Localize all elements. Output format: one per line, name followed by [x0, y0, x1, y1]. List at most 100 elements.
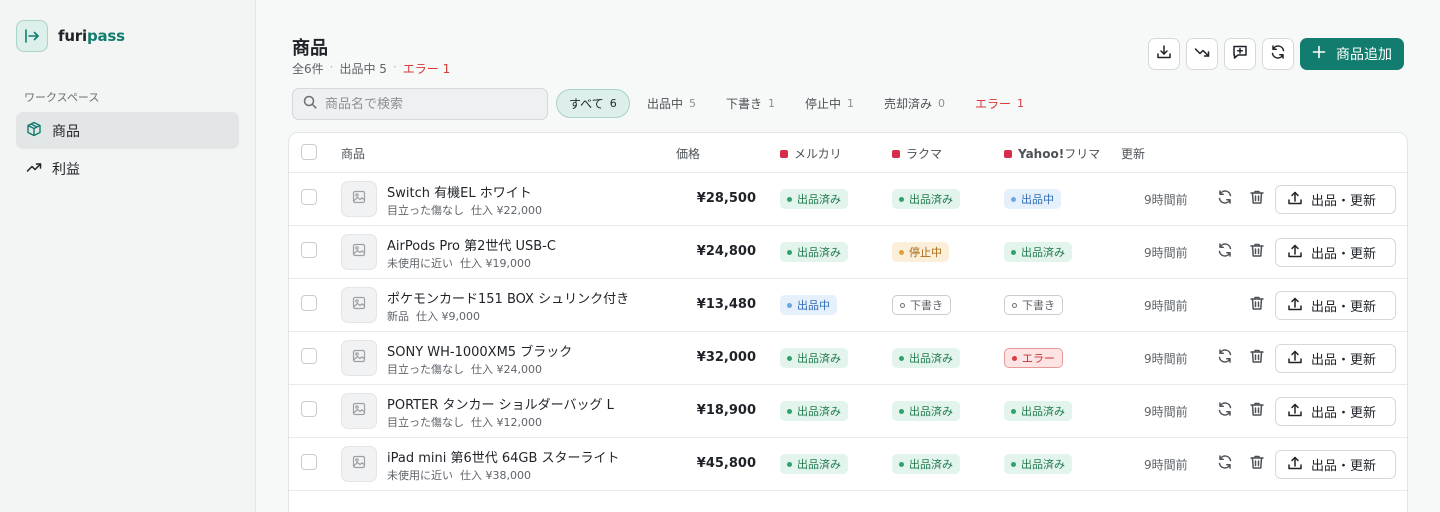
search-box[interactable]	[292, 88, 548, 120]
filter-stopped[interactable]: 停止中 1	[793, 89, 866, 118]
product-meta: 未使用に近い 仕入 ¥38,000	[387, 467, 531, 483]
product-cost: 仕入 ¥12,000	[471, 416, 542, 429]
row-sync-button[interactable]	[1215, 401, 1235, 421]
product-name[interactable]: PORTER タンカー ショルダーバッグ L	[387, 394, 614, 413]
product-thumbnail	[341, 340, 377, 376]
product-cost: 仕入 ¥22,000	[471, 204, 542, 217]
column-header-rakuma: ラクマ	[892, 145, 942, 162]
row-delete-button[interactable]	[1247, 189, 1267, 209]
row-checkbox[interactable]	[301, 295, 317, 311]
product-price: ¥28,500	[696, 191, 756, 206]
row-checkbox[interactable]	[301, 454, 317, 470]
table-row: iPad mini 第6世代 64GB スターライト 未使用に近い 仕入 ¥38,…	[289, 438, 1407, 491]
row-delete-button[interactable]	[1247, 242, 1267, 262]
arrow-into-box-icon	[16, 20, 48, 52]
trash-icon	[1249, 454, 1265, 474]
filter-draft[interactable]: 下書き 1	[714, 89, 787, 118]
add-product-button[interactable]: 商品追加	[1300, 38, 1404, 70]
list-update-label: 出品・更新	[1311, 247, 1377, 262]
filter-error[interactable]: エラー 1	[963, 89, 1036, 118]
status-dot-icon	[899, 461, 904, 467]
row-checkbox[interactable]	[301, 348, 317, 364]
sync-all-button[interactable]	[1262, 38, 1294, 70]
filter-label: 停止中	[805, 97, 842, 111]
list-update-button[interactable]: 出品・更新	[1275, 238, 1396, 267]
export-button[interactable]	[1148, 38, 1180, 70]
add-product-label: 商品追加	[1336, 47, 1392, 63]
status-dot-icon	[899, 196, 904, 202]
sidebar-item-profit[interactable]: 利益	[16, 150, 239, 187]
product-name[interactable]: iPad mini 第6世代 64GB スターライト	[387, 447, 620, 466]
yahoo-status-badge: 出品済み	[1004, 401, 1072, 421]
row-delete-button[interactable]	[1247, 454, 1267, 474]
status-dot-icon	[787, 196, 792, 202]
product-name[interactable]: AirPods Pro 第2世代 USB-C	[387, 235, 556, 254]
list-update-button[interactable]: 出品・更新	[1275, 344, 1396, 373]
list-update-button[interactable]: 出品・更新	[1275, 291, 1396, 320]
plus-icon	[1312, 45, 1326, 63]
refresh-icon	[1217, 189, 1233, 209]
trash-icon	[1249, 401, 1265, 421]
column-header-mercari: メルカリ	[780, 145, 842, 162]
row-delete-button[interactable]	[1247, 401, 1267, 421]
mercari-status-badge: 出品済み	[780, 454, 848, 474]
list-update-button[interactable]: 出品・更新	[1275, 185, 1396, 214]
list-update-label: 出品・更新	[1311, 300, 1377, 315]
product-name[interactable]: ポケモンカード151 BOX シュリンク付き	[387, 288, 629, 307]
filter-label: 売却済み	[884, 97, 933, 111]
filter-count: 1	[847, 97, 855, 110]
trash-icon	[1249, 295, 1265, 315]
loss-report-button[interactable]	[1186, 38, 1218, 70]
row-sync-button[interactable]	[1215, 454, 1235, 474]
status-label: 出品済み	[797, 352, 841, 365]
list-update-label: 出品・更新	[1311, 353, 1377, 368]
list-update-button[interactable]: 出品・更新	[1275, 397, 1396, 426]
rakuma-marker-icon	[892, 149, 900, 158]
summary-listing: 出品中 5	[339, 62, 387, 76]
filter-sold[interactable]: 売却済み 0	[872, 89, 957, 118]
product-name[interactable]: Switch 有機EL ホワイト	[387, 182, 532, 201]
trending-down-icon	[1194, 44, 1210, 64]
row-sync-button[interactable]	[1215, 189, 1235, 209]
feedback-button[interactable]	[1224, 38, 1256, 70]
product-price: ¥18,900	[696, 403, 756, 418]
image-placeholder-icon	[352, 296, 366, 314]
row-sync-button[interactable]	[1215, 348, 1235, 368]
yahoo-status-badge: 出品済み	[1004, 242, 1072, 262]
filter-all[interactable]: すべて 6	[556, 89, 630, 118]
row-sync-button[interactable]	[1215, 242, 1235, 262]
product-cost: 仕入 ¥38,000	[460, 469, 531, 482]
row-checkbox[interactable]	[301, 242, 317, 258]
row-checkbox[interactable]	[301, 189, 317, 205]
list-update-button[interactable]: 出品・更新	[1275, 450, 1396, 479]
status-label: 下書き	[910, 299, 943, 312]
product-price: ¥32,000	[696, 350, 756, 365]
mercari-status-badge: 出品済み	[780, 242, 848, 262]
row-delete-button[interactable]	[1247, 295, 1267, 315]
filter-count: 6	[609, 97, 617, 110]
status-label: エラー	[1022, 352, 1055, 365]
filter-count: 1	[1017, 97, 1025, 110]
filter-label: 出品中	[647, 97, 684, 111]
product-meta: 新品 仕入 ¥9,000	[387, 308, 480, 324]
product-cost: 仕入 ¥19,000	[460, 257, 531, 270]
row-delete-button[interactable]	[1247, 348, 1267, 368]
app-logo[interactable]: furipass	[16, 20, 125, 52]
status-label: 出品済み	[909, 352, 953, 365]
product-thumbnail	[341, 287, 377, 323]
filter-listing[interactable]: 出品中 5	[635, 89, 708, 118]
product-meta: 未使用に近い 仕入 ¥19,000	[387, 255, 531, 271]
sidebar-item-products[interactable]: 商品	[16, 112, 239, 149]
status-dot-icon	[899, 355, 904, 361]
product-name[interactable]: SONY WH-1000XM5 ブラック	[387, 341, 572, 360]
row-checkbox[interactable]	[301, 401, 317, 417]
summary-separator: ·	[392, 60, 397, 74]
rakuma-status-badge: 下書き	[892, 295, 951, 315]
column-label-yahoo-bold: Yahoo!	[1018, 147, 1065, 161]
column-header-price[interactable]: 価格	[676, 145, 700, 162]
search-input[interactable]	[325, 96, 535, 112]
column-header-updated[interactable]: 更新	[1121, 145, 1145, 162]
updated-time: 9時間前	[1144, 246, 1188, 260]
product-thumbnail	[341, 234, 377, 270]
select-all-checkbox[interactable]	[301, 144, 317, 160]
